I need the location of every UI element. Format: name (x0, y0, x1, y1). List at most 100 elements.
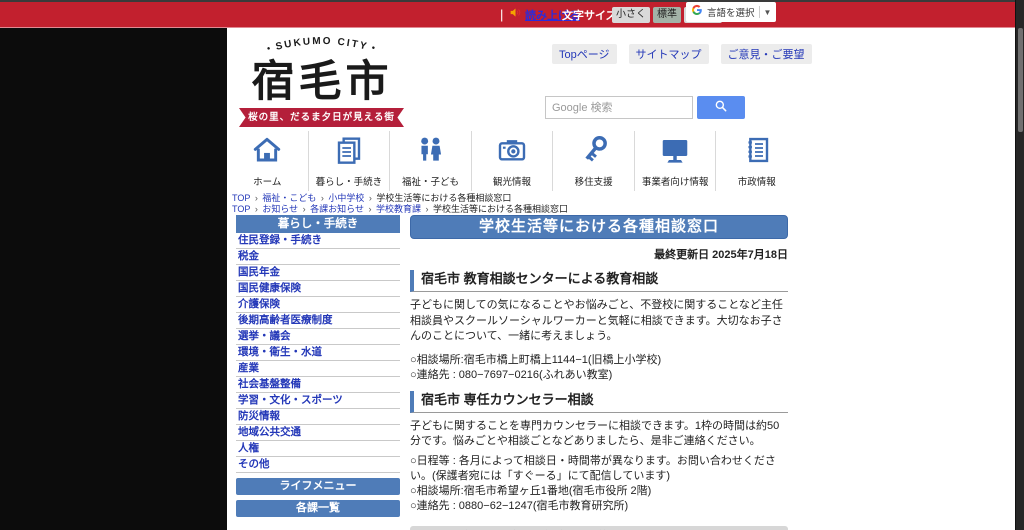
sidebar-item[interactable]: 住民登録・手続き (236, 233, 400, 249)
nav-item-label: 市政情報 (737, 177, 776, 188)
font-size-button-1[interactable]: 標準 (653, 6, 681, 23)
speaker-icon (509, 6, 522, 24)
nav-item-ホーム[interactable]: ホーム (227, 131, 308, 191)
breadcrumb-link[interactable]: 学校教育課 (376, 204, 421, 214)
sidebar: 暮らし・手続き 住民登録・手続き 税金 国民年金 国民健康保険 介護保険 後期高齢者医療制… (236, 215, 400, 517)
sidebar-button-0[interactable]: ライフメニュー (236, 478, 400, 495)
section-body: 子どもに関することを専門カウンセラーに相談できます。1枠の時間は約50分です。悩… (410, 419, 780, 448)
sidebar-header[interactable]: 暮らし・手続き (236, 215, 400, 233)
section-heading: 宿毛市 教育相談センターによる教育相談 (410, 270, 788, 292)
nav-item-label: ホーム (253, 177, 282, 188)
sidebar-item[interactable]: 防災情報 (236, 409, 400, 425)
breadcrumb: TOP › 福祉・こども › 小中学校 › 学校生活等における各種相談窓口 TOP… (232, 193, 568, 215)
sidebar-buttons: ライフメニュー 各課一覧 (236, 478, 400, 517)
nav-item-事業者向け情報[interactable]: 事業者向け情報 (633, 131, 716, 191)
breadcrumb-separator: › (318, 193, 327, 203)
breadcrumb-current: 学校生活等における各種相談窓口 (433, 204, 569, 214)
left-dark-panel (0, 27, 227, 530)
scrollbar-thumb[interactable] (1018, 28, 1023, 132)
quick-link-1[interactable]: サイトマップ (628, 44, 709, 64)
nav-item-label: 観光情報 (493, 177, 532, 188)
nav-item-label: 事業者向け情報 (641, 177, 709, 188)
sidebar-item[interactable]: 環境・衛生・水道 (236, 345, 400, 361)
search-input[interactable] (545, 96, 693, 119)
google-g-icon (691, 3, 703, 21)
breadcrumb-separator: › (300, 204, 309, 214)
sidebar-item[interactable]: 選挙・議会 (236, 329, 400, 345)
detail-line: ○連絡先 : 0880−62−1247(宿毛市教育研究所) (410, 499, 629, 512)
breadcrumb-separator: › (252, 193, 261, 203)
sidebar-item[interactable]: その他 (236, 457, 400, 473)
browser-viewport: | 読み上げる 文字サイズ 小さく標準大きく 言語を選択 ▼ ・SUKUMO C… (0, 0, 1024, 530)
content-sections: 宿毛市 教育相談センターによる教育相談子どもに関しての気になることやお悩みごと、… (410, 270, 788, 514)
sidebar-item[interactable]: 産業 (236, 361, 400, 377)
breadcrumb-link[interactable]: TOP (232, 204, 250, 214)
notebook-icon (741, 134, 773, 171)
sidebar-item[interactable]: 学習・文化・スポーツ (236, 393, 400, 409)
city-name: 宿毛市 (251, 58, 393, 106)
nav-item-label: 福祉・子ども (401, 177, 459, 188)
breadcrumb-separator: › (252, 204, 261, 214)
breadcrumb-link[interactable]: TOP (232, 193, 250, 203)
sidebar-item[interactable]: 後期高齢者医療制度 (236, 313, 400, 329)
quick-link-2[interactable]: ご意見・ご要望 (720, 44, 812, 64)
breadcrumb-link[interactable]: 各課お知らせ (310, 204, 364, 214)
sidebar-item[interactable]: 地域公共交通 (236, 425, 400, 441)
nav-item-label: 移住支援 (574, 177, 613, 188)
language-select-dropdown[interactable]: 言語を選択 ▼ (686, 2, 777, 22)
key-icon (578, 134, 610, 171)
sidebar-item[interactable]: 介護保険 (236, 297, 400, 313)
nav-item-観光情報[interactable]: 観光情報 (470, 131, 553, 191)
city-logo[interactable]: ・SUKUMO CITY・ 宿毛市 桜の里、だるま夕日が見える街 (237, 31, 407, 127)
font-size-label: 文字サイズ (562, 9, 617, 22)
font-size-button-0[interactable]: 小さく (612, 6, 650, 23)
dropdown-divider (758, 6, 760, 18)
detail-line: ○相談場所:宿毛市希望ヶ丘1番地(宿毛市役所 2階) (410, 484, 652, 497)
home-icon (251, 134, 283, 171)
breadcrumb-link[interactable]: お知らせ (262, 204, 298, 214)
breadcrumb-separator: › (366, 204, 374, 214)
last-updated-date: 最終更新日 2025年7月18日 (654, 249, 788, 261)
detail-line: ○日程等 : 各月によって相談日・時間帯が異なります。お問い合わせください。(保… (410, 454, 776, 482)
related-links-header: 国・県の設置する各種相談窓口のご紹介です (410, 525, 788, 530)
scrollbar-track[interactable] (1015, 0, 1024, 530)
sidebar-items: 住民登録・手続き 税金 国民年金 国民健康保険 介護保険 後期高齢者医療制度 選挙・議会 環境… (236, 233, 400, 473)
section-details: ○日程等 : 各月によって相談日・時間帯が異なります。お問い合わせください。(保… (410, 454, 788, 514)
logo-arc-text: ・SUKUMO CITY・ (263, 36, 380, 56)
content-section-0: 宿毛市 教育相談センターによる教育相談子どもに関しての気になることやお悩みごと、… (410, 270, 788, 383)
nav-item-暮らし・手続き[interactable]: 暮らし・手続き (307, 131, 390, 191)
section-details: ○相談場所:宿毛市橋上町橋上1144−1(旧橋上小学校) ○連絡先 : 080−7… (410, 353, 788, 383)
quick-link-0[interactable]: Topページ (552, 44, 617, 64)
content-section-1: 宿毛市 専任カウンセラー相談子どもに関することを専門カウンセラーに相談できます。… (410, 390, 788, 514)
monitor-icon (659, 134, 691, 171)
detail-line: ○相談場所:宿毛市橋上町橋上1144−1(旧橋上小学校) (410, 353, 662, 366)
nav-item-移住支援[interactable]: 移住支援 (552, 131, 634, 191)
nav-item-福祉・子ども[interactable]: 福祉・子ども (389, 131, 471, 191)
sidebar-item[interactable]: 税金 (236, 249, 400, 265)
camera-icon (496, 134, 528, 171)
breadcrumb-link[interactable]: 福祉・こども (262, 193, 316, 203)
detail-line: ○連絡先 : 080−7697−0216(ふれあい教室) (410, 368, 613, 381)
breadcrumb-link[interactable]: 小中学校 (328, 193, 364, 203)
breadcrumb-separator: › (423, 204, 432, 214)
sidebar-button-1[interactable]: 各課一覧 (236, 500, 400, 517)
sidebar-item[interactable]: 国民年金 (236, 265, 400, 281)
search-button[interactable] (697, 96, 745, 119)
city-tagline-ribbon: 桜の里、だるま夕日が見える街 (239, 108, 404, 127)
sidebar-item[interactable]: 国民健康保険 (236, 281, 400, 297)
breadcrumb-separator: › (366, 193, 375, 203)
family-icon (414, 134, 446, 171)
documents-icon (333, 134, 365, 171)
section-body: 子どもに関しての気になることやお悩みごと、不登校に関することなど主任相談員やスク… (410, 299, 783, 342)
sidebar-item[interactable]: 人権 (236, 441, 400, 457)
utility-bar: | 読み上げる 文字サイズ 小さく標準大きく 言語を選択 ▼ (0, 2, 1015, 28)
section-heading: 宿毛市 専任カウンセラー相談 (410, 390, 788, 413)
sidebar-item[interactable]: 社会基盤整備 (236, 377, 400, 393)
page-title: 学校生活等における各種相談窓口 (410, 215, 788, 239)
search-icon (714, 99, 728, 116)
header-quick-links: Topページ サイトマップ ご意見・ご要望 (552, 44, 812, 64)
language-select-label: 言語を選択 (707, 8, 755, 19)
nav-item-市政情報[interactable]: 市政情報 (715, 131, 797, 191)
window-top-edge (0, 0, 1024, 2)
nav-item-label: 暮らし・手続き (315, 177, 383, 188)
